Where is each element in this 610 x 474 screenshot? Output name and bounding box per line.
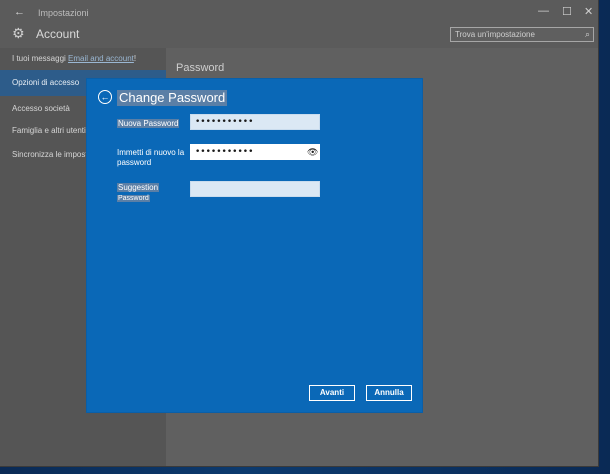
email-account-link[interactable]: Email and account bbox=[68, 54, 134, 63]
confirm-password-field[interactable] bbox=[190, 144, 320, 160]
reveal-password-icon[interactable]: 👁 bbox=[307, 147, 318, 158]
title-bar: ← Impostazioni — ☐ ✕ bbox=[0, 0, 598, 26]
back-arrow-icon[interactable]: ← bbox=[14, 6, 25, 18]
confirm-password-label: Immetti di nuovo la password bbox=[117, 148, 185, 167]
page-title: Account bbox=[36, 27, 80, 41]
back-arrow-icon[interactable]: ← bbox=[98, 90, 112, 104]
password-hint-field[interactable] bbox=[190, 181, 320, 197]
close-button[interactable]: ✕ bbox=[584, 5, 593, 18]
cancel-button[interactable]: Annulla bbox=[366, 385, 412, 401]
search-input[interactable] bbox=[455, 29, 575, 40]
next-button[interactable]: Avanti bbox=[309, 385, 355, 401]
new-password-field[interactable] bbox=[190, 114, 320, 130]
new-password-label: Nuova Password bbox=[117, 119, 180, 128]
section-title: Password bbox=[176, 62, 225, 74]
window-title: Impostazioni bbox=[38, 8, 89, 18]
sidebar-item-messages[interactable]: I tuoi messaggi Email and account! bbox=[0, 48, 166, 70]
dialog-title: Change Password bbox=[117, 90, 228, 106]
password-hint-label: Suggestion Password bbox=[117, 183, 160, 202]
search-icon[interactable]: ⌕ bbox=[585, 29, 590, 40]
gear-icon: ⚙ bbox=[12, 25, 25, 41]
change-password-dialog: ← Change Password Nuova Password Immetti… bbox=[87, 79, 422, 412]
search-box[interactable]: ⌕ bbox=[450, 27, 594, 42]
maximize-button[interactable]: ☐ bbox=[562, 5, 572, 18]
minimize-button[interactable]: — bbox=[538, 5, 549, 17]
